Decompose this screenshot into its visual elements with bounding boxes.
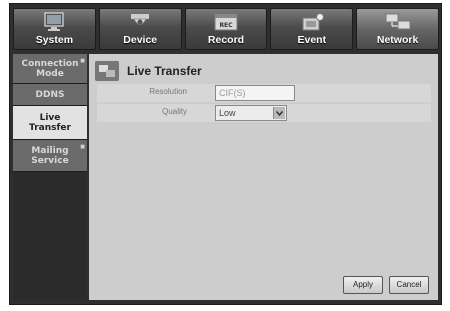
tab-device[interactable]: Device [98,8,182,50]
svg-text:REC: REC [219,22,233,29]
tab-label: Device [123,34,158,46]
top-menu-tabs: System Device REC Record Event Network [13,8,439,50]
tab-label: Event [297,34,327,46]
tab-label: System [35,34,74,46]
dvr-setup-window: System Device REC Record Event Network ■… [9,3,442,305]
sidebar-item-label-line: Service [31,155,69,166]
tab-label: Network [376,34,419,46]
sidebar-item-label: Mailing Service [31,146,68,166]
sidebar-item-ddns[interactable]: DDNS [13,84,87,106]
resolution-label: Resolution [149,87,187,96]
sidebar-item-label-line: Mailing [31,145,69,156]
submenu-indicator-icon: ■ [80,58,85,64]
tab-record[interactable]: REC Record [184,8,268,50]
chevron-down-icon[interactable] [273,107,285,119]
sidebar-item-label-line: Mode [36,68,64,79]
tab-label: Record [207,34,245,46]
sidebar-item-label-line: Live [39,112,61,123]
sidebar-item-connection-mode[interactable]: ■ Connection Mode [13,54,87,84]
quality-select[interactable]: Low [215,105,287,121]
record-icon: REC [214,13,238,31]
sidebar-item-label: Live Transfer [29,113,71,133]
submenu-indicator-icon: ■ [80,144,85,150]
settings-panel: Live Transfer Resolution CIF(S) Quality … [89,54,438,300]
apply-button[interactable]: Apply [343,276,383,294]
resolution-field[interactable]: CIF(S) [215,85,295,101]
tab-system[interactable]: System [13,8,96,50]
page-title: Live Transfer [127,64,202,78]
quality-label: Quality [162,107,187,116]
live-transfer-icon [95,61,119,81]
resolution-value: CIF(S) [219,88,246,98]
tab-event[interactable]: Event [270,8,354,50]
quality-row: Quality Low [97,104,431,122]
tab-network[interactable]: Network [356,8,439,50]
sidebar-item-label-line: Transfer [29,122,71,133]
cancel-button[interactable]: Cancel [389,276,429,294]
network-icon [385,13,411,30]
sidebar-item-label: Connection Mode [21,59,78,79]
sidebar-item-mailing-service[interactable]: ■ Mailing Service [13,140,87,172]
page-header: Live Transfer [95,60,202,82]
event-icon [302,13,324,31]
sidebar-item-live-transfer[interactable]: Live Transfer [13,106,87,140]
quality-value: Low [219,108,236,118]
sidebar-item-label: DDNS [35,89,65,100]
resolution-row: Resolution CIF(S) [97,84,431,102]
sidebar: ■ Connection Mode DDNS Live Transfer ■ M… [13,54,87,300]
monitor-icon [44,12,64,31]
camera-icon [131,14,150,25]
sidebar-item-label-line: Connection [21,58,79,69]
